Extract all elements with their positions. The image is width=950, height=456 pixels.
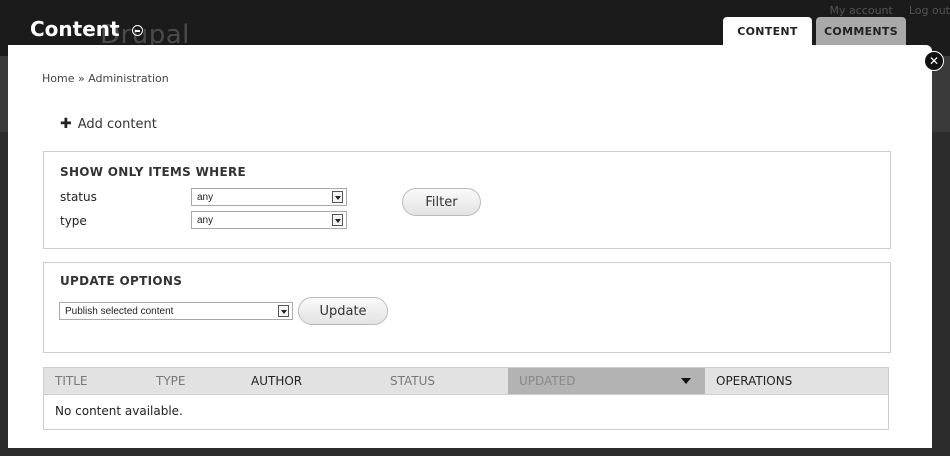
status-select-value: any [197, 191, 214, 203]
overlay-title: Content [30, 17, 143, 41]
log-out-link[interactable]: Log out [909, 4, 950, 17]
type-label: type [60, 214, 87, 228]
status-select[interactable]: any [191, 188, 347, 206]
plus-icon: ✚ [60, 116, 72, 132]
close-icon[interactable]: ✕ [924, 51, 944, 71]
type-select[interactable]: any [191, 211, 347, 229]
update-legend: UPDATE OPTIONS [60, 274, 183, 288]
type-select-value: any [197, 214, 214, 226]
overlay-tabs: CONTENT COMMENTS [723, 17, 906, 45]
add-content-label[interactable]: Add content [78, 117, 157, 132]
account-links: My account Log out [814, 4, 950, 17]
update-operation-select[interactable]: Publish selected content [59, 302, 293, 320]
chevron-down-icon [278, 305, 289, 317]
chevron-down-icon [332, 214, 343, 226]
column-type[interactable]: TYPE [145, 368, 240, 394]
empty-table-message: No content available. [55, 404, 183, 418]
content-table: TITLE TYPE AUTHOR STATUS UPDATED OPERATI… [43, 367, 889, 430]
tab-comments[interactable]: COMMENTS [816, 17, 906, 45]
tab-content[interactable]: CONTENT [723, 17, 812, 45]
my-account-link[interactable]: My account [830, 4, 893, 17]
add-content-link[interactable]: ✚ Add content [60, 116, 157, 132]
breadcrumb[interactable]: Home » Administration [42, 72, 169, 85]
column-author[interactable]: AUTHOR [240, 368, 379, 394]
update-fieldset: UPDATE OPTIONS Publish selected content … [43, 262, 891, 353]
sort-descending-icon [681, 378, 691, 384]
status-label: status [60, 190, 97, 204]
update-select-value: Publish selected content [65, 305, 174, 317]
column-title[interactable]: TITLE [44, 368, 145, 394]
column-operations: OPERATIONS [716, 374, 793, 388]
chevron-down-icon [332, 191, 343, 203]
column-updated[interactable]: UPDATED [508, 368, 705, 394]
table-header: TITLE TYPE AUTHOR STATUS UPDATED OPERATI… [44, 368, 888, 395]
filter-legend: SHOW ONLY ITEMS WHERE [60, 165, 247, 179]
column-status[interactable]: STATUS [379, 368, 508, 394]
column-updated-label: UPDATED [519, 374, 576, 388]
filter-button[interactable]: Filter [402, 188, 481, 216]
collapse-icon[interactable] [131, 25, 143, 36]
filter-fieldset: SHOW ONLY ITEMS WHERE status any type an… [43, 151, 891, 249]
update-button[interactable]: Update [298, 297, 388, 325]
page-title: Content [30, 17, 120, 41]
